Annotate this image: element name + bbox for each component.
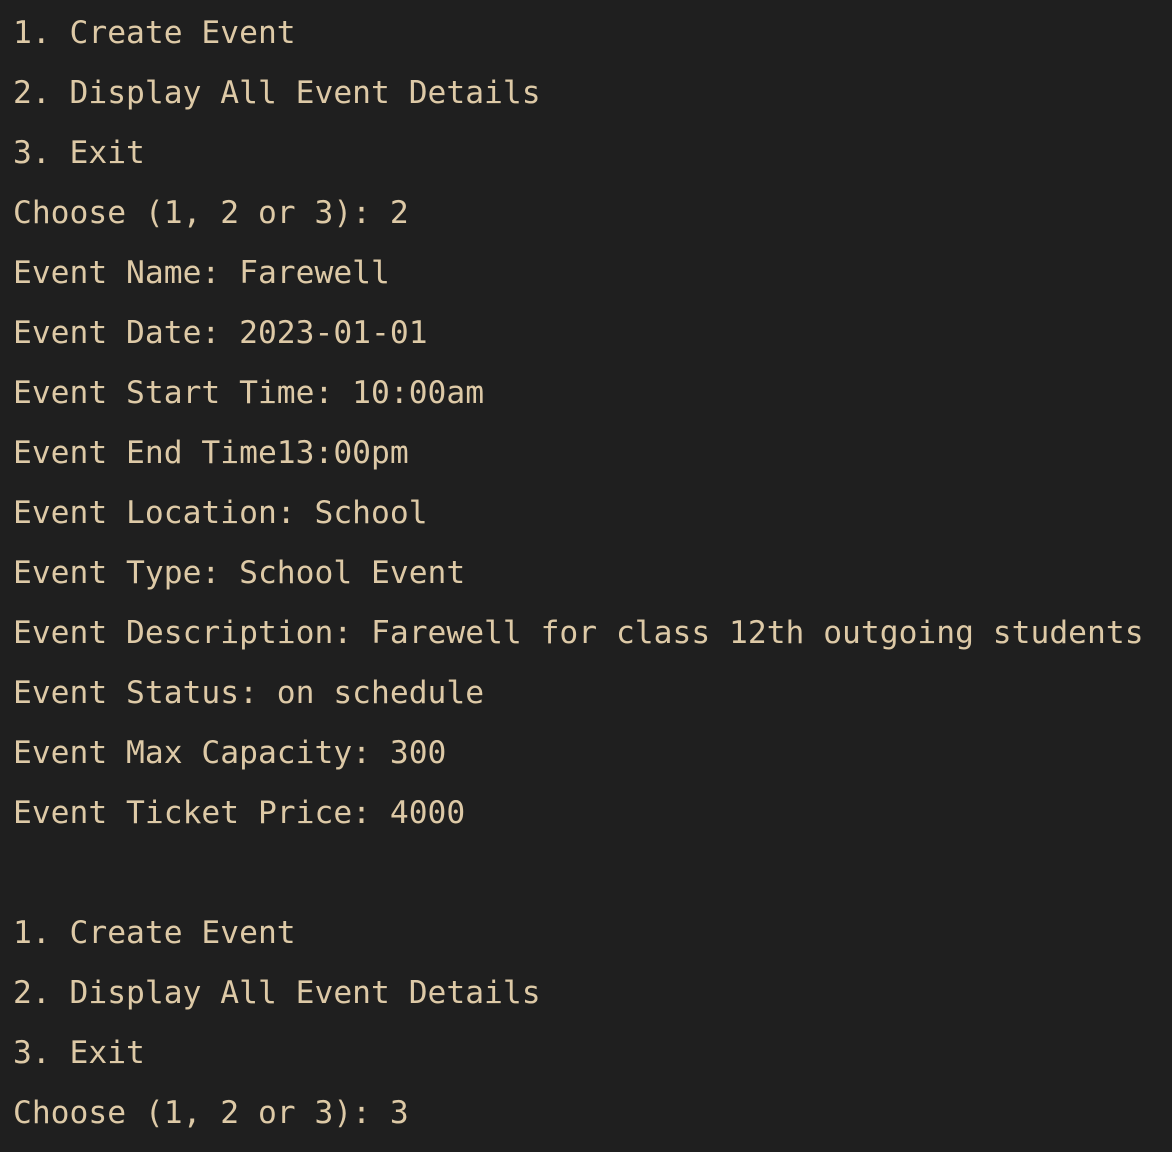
event-date-line: Event Date: 2023-01-01: [13, 315, 428, 351]
menu-option-display-events: 2. Display All Event Details: [13, 975, 541, 1011]
event-type-line: Event Type: School Event: [13, 555, 466, 591]
event-max-capacity-line: Event Max Capacity: 300: [13, 735, 447, 771]
event-end-time-line: Event End Time13:00pm: [13, 435, 409, 471]
menu-option-display-events: 2. Display All Event Details: [13, 75, 541, 111]
event-ticket-price-line: Event Ticket Price: 4000: [13, 795, 466, 831]
choice-prompt: Choose (1, 2 or 3): 3: [13, 1095, 409, 1131]
menu-option-exit: 3. Exit: [13, 135, 145, 171]
terminal-output[interactable]: 1. Create Event 2. Display All Event Det…: [0, 0, 1172, 1142]
event-name-line: Event Name: Farewell: [13, 255, 390, 291]
menu-option-create-event: 1. Create Event: [13, 15, 296, 51]
event-description-line: Event Description: Farewell for class 12…: [13, 615, 1144, 651]
choice-prompt: Choose (1, 2 or 3): 2: [13, 195, 409, 231]
event-location-line: Event Location: School: [13, 495, 428, 531]
event-status-line: Event Status: on schedule: [13, 675, 485, 711]
event-start-time-line: Event Start Time: 10:00am: [13, 375, 485, 411]
menu-option-create-event: 1. Create Event: [13, 915, 296, 951]
menu-option-exit: 3. Exit: [13, 1035, 145, 1071]
